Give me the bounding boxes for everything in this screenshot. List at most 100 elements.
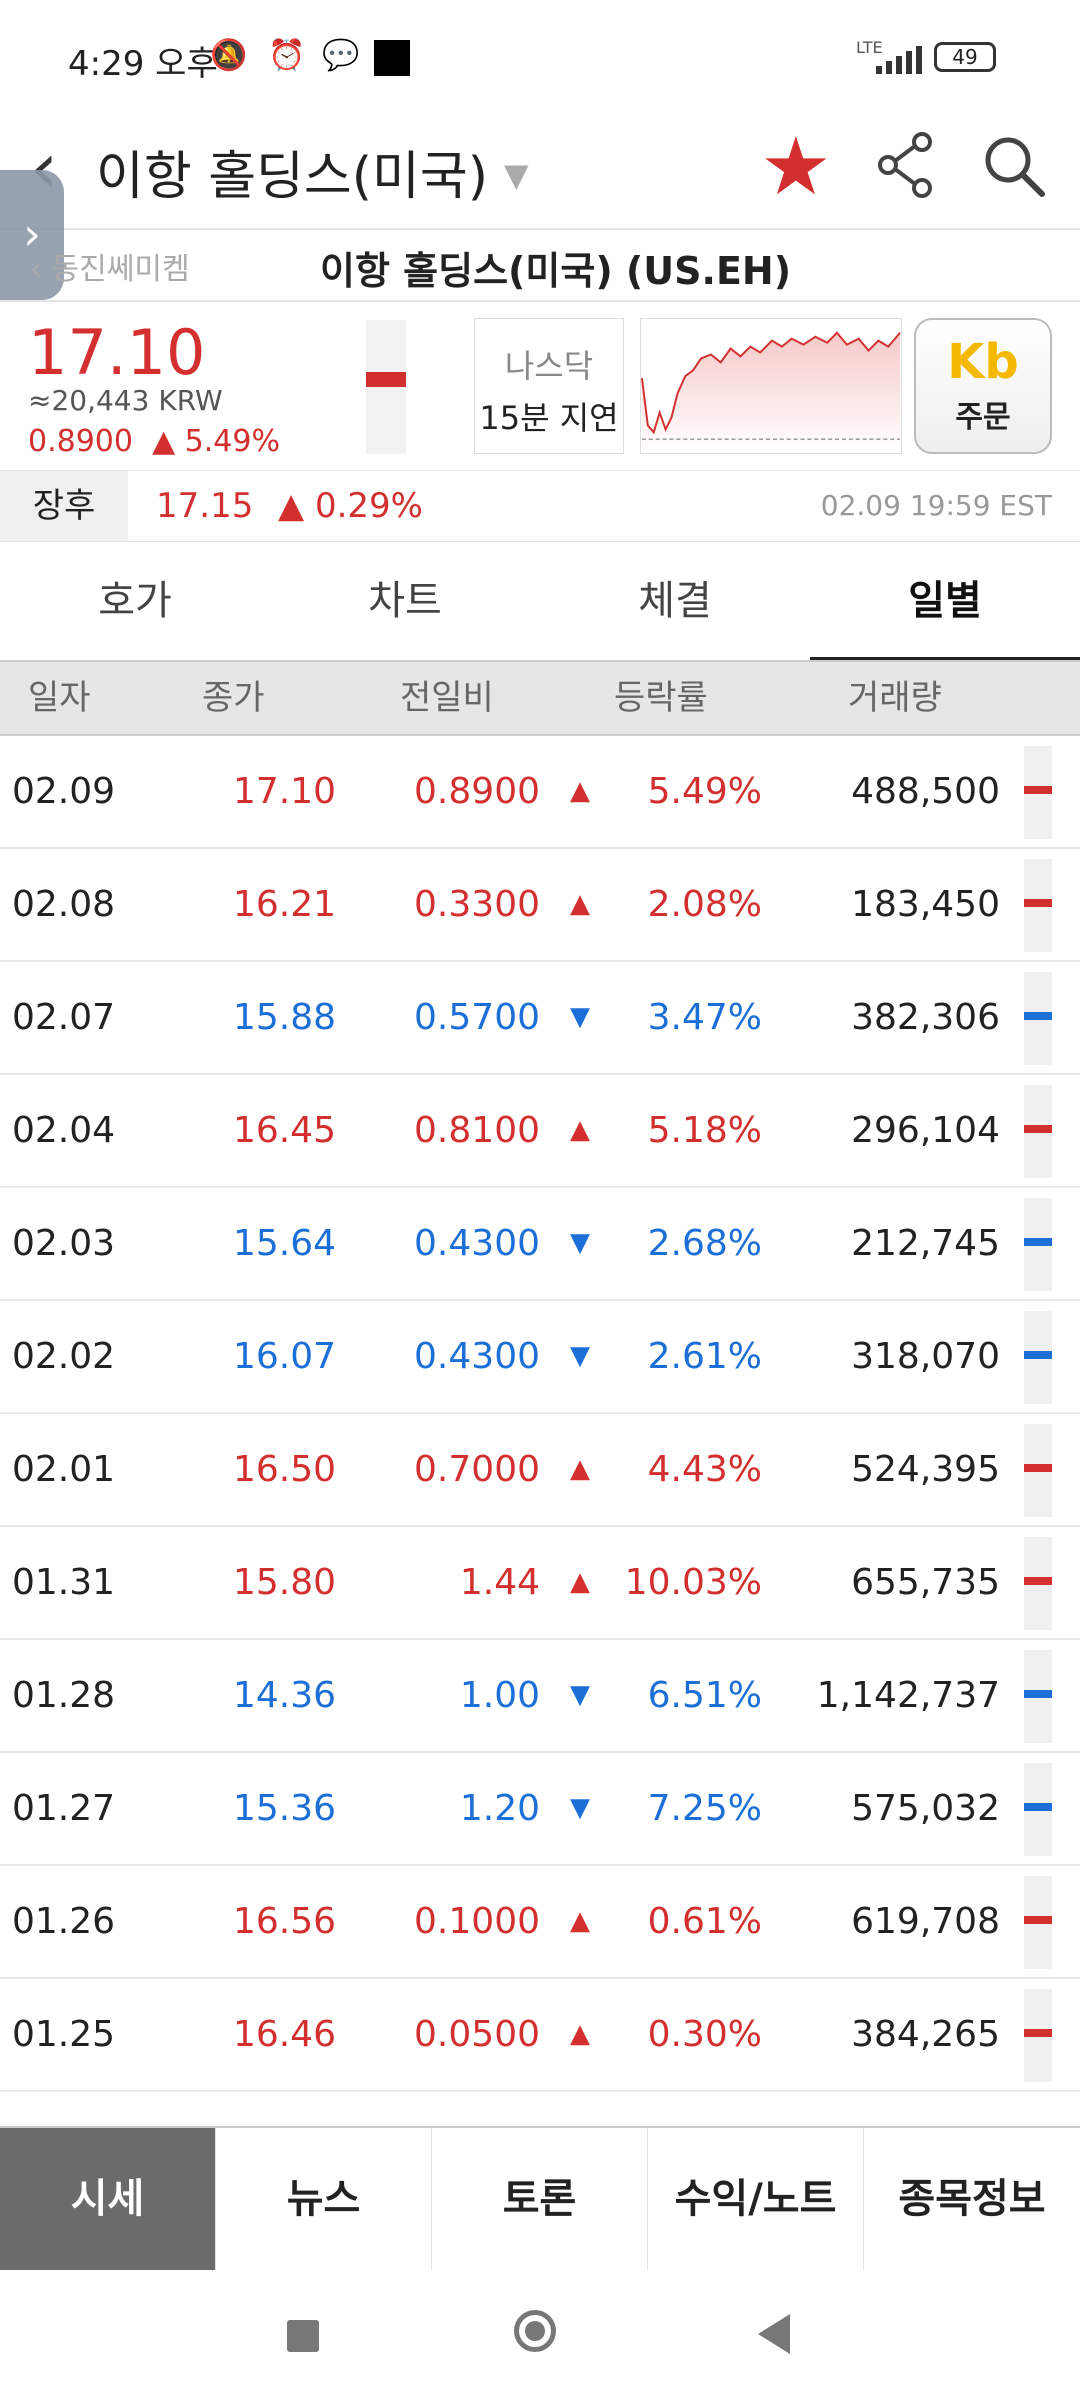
intraday-mini-chart[interactable]: [640, 318, 902, 454]
mute-icon: 🔕: [210, 38, 248, 73]
kb-logo-icon: Kb: [947, 334, 1019, 390]
price-change-rate: ▲ 5.49%: [152, 424, 280, 459]
tab-orderbook[interactable]: 호가: [0, 542, 270, 660]
row-rate: 5.18%: [647, 1110, 762, 1151]
tab-daily[interactable]: 일별: [810, 542, 1080, 660]
row-date: 02.03: [12, 1223, 116, 1264]
row-close: 16.56: [232, 1901, 336, 1942]
share-icon[interactable]: [876, 130, 936, 200]
table-row[interactable]: 02.03 15.64 0.4300 ▼ 2.68% 212,745: [0, 1188, 1080, 1301]
price-change: 0.8900 ▲ 5.49%: [28, 424, 280, 459]
row-date: 02.04: [12, 1110, 116, 1151]
quote-tabs: 호가 차트 체결 일별: [0, 542, 1080, 660]
up-arrow-icon: ▲: [570, 1454, 590, 1484]
row-diff: 0.8900: [414, 771, 540, 812]
bottom-tab-profit-note[interactable]: 수익/노트: [648, 2128, 864, 2270]
table-row[interactable]: 01.28 14.36 1.00 ▼ 6.51% 1,142,737: [0, 1640, 1080, 1753]
market-name: 나스닥: [504, 347, 594, 385]
row-date: 02.02: [12, 1336, 116, 1377]
market-delay-box: 나스닥 15분 지연: [474, 318, 624, 454]
row-date: 02.07: [12, 997, 116, 1038]
bottom-tab-discussion[interactable]: 토론: [432, 2128, 648, 2270]
row-volume: 384,265: [851, 2014, 1000, 2055]
row-diff: 0.1000: [414, 1901, 540, 1942]
after-hours-label: 장후: [0, 471, 128, 541]
table-row[interactable]: 02.02 16.07 0.4300 ▼ 2.61% 318,070: [0, 1301, 1080, 1414]
row-date: 01.25: [12, 2014, 116, 2055]
after-hours-bar: 장후 17.15 ▲ 0.29% 02.09 19:59 EST: [0, 470, 1080, 542]
bottom-tabs: 시세 뉴스 토론 수익/노트 종목정보: [0, 2126, 1080, 2272]
table-row[interactable]: 01.26 16.56 0.1000 ▲ 0.61% 619,708: [0, 1866, 1080, 1979]
col-volume: 거래량: [848, 678, 942, 718]
row-rate: 3.47%: [647, 997, 762, 1038]
row-close: 14.36: [232, 1675, 336, 1716]
col-date: 일자: [28, 678, 91, 718]
table-row[interactable]: 02.09 17.10 0.8900 ▲ 5.49% 488,500: [0, 736, 1080, 849]
down-arrow-icon: ▼: [570, 1341, 590, 1371]
bottom-tab-stock-info[interactable]: 종목정보: [864, 2128, 1080, 2270]
down-arrow-icon: ▼: [570, 1228, 590, 1258]
tab-chart[interactable]: 차트: [270, 542, 540, 660]
row-rate: 2.68%: [647, 1223, 762, 1264]
table-row[interactable]: 02.01 16.50 0.7000 ▲ 4.43% 524,395: [0, 1414, 1080, 1527]
row-volume: 212,745: [851, 1223, 1000, 1264]
row-date: 01.26: [12, 1901, 116, 1942]
order-button[interactable]: Kb 주문: [914, 318, 1052, 454]
current-price: 17.10: [28, 316, 206, 389]
table-row[interactable]: 01.25 16.46 0.0500 ▲ 0.30% 384,265: [0, 1979, 1080, 2092]
row-rate: 0.30%: [647, 2014, 762, 2055]
blog-icon: 💬: [322, 38, 360, 73]
row-candle-icon: [1024, 1424, 1052, 1517]
search-icon[interactable]: [980, 130, 1050, 200]
row-close: 17.10: [232, 771, 336, 812]
up-arrow-icon: ▲: [570, 1115, 590, 1145]
status-bar: 4:29 오후 🔕 ⏰ 💬 LTE 49: [0, 0, 1080, 110]
row-close: 15.88: [232, 997, 336, 1038]
table-row[interactable]: 01.31 15.80 1.44 ▲ 10.03% 655,735: [0, 1527, 1080, 1640]
row-close: 16.46: [232, 2014, 336, 2055]
table-row[interactable]: 02.07 15.88 0.5700 ▼ 3.47% 382,306: [0, 962, 1080, 1075]
row-rate: 10.03%: [624, 1562, 762, 1603]
col-rate: 등락률: [614, 678, 708, 718]
dropdown-caret-icon[interactable]: ▼: [504, 156, 529, 194]
table-header: 일자 종가 전일비 등락률 거래량: [0, 660, 1080, 736]
table-row[interactable]: 02.04 16.45 0.8100 ▲ 5.18% 296,104: [0, 1075, 1080, 1188]
after-hours-change: ▲ 0.29%: [278, 486, 423, 526]
row-date: 01.28: [12, 1675, 116, 1716]
row-date: 02.08: [12, 884, 116, 925]
row-candle-icon: [1024, 1876, 1052, 1969]
prev-stock-link[interactable]: ‹ 동진쎄미켐: [30, 244, 190, 288]
down-arrow-icon: ▼: [570, 1793, 590, 1823]
row-date: 01.27: [12, 1788, 116, 1829]
table-row[interactable]: 01.27 15.36 1.20 ▼ 7.25% 575,032: [0, 1753, 1080, 1866]
row-candle-icon: [1024, 1537, 1052, 1630]
col-close: 종가: [202, 678, 265, 718]
down-arrow-icon: ▼: [570, 1002, 590, 1032]
status-time: 4:29 오후: [68, 44, 218, 84]
tab-trades[interactable]: 체결: [540, 542, 810, 660]
up-arrow-icon: ▲: [570, 776, 590, 806]
row-rate: 2.61%: [647, 1336, 762, 1377]
divider: [0, 300, 1080, 302]
page-title[interactable]: 이항 홀딩스(미국): [96, 134, 488, 209]
daily-table[interactable]: 02.09 17.10 0.8900 ▲ 5.49% 488,500 02.08 16.21 0…: [0, 736, 1080, 2126]
home-icon[interactable]: [514, 2310, 556, 2352]
row-diff: 0.3300: [414, 884, 540, 925]
up-arrow-icon: ▲: [570, 2019, 590, 2049]
row-close: 15.80: [232, 1562, 336, 1603]
row-rate: 4.43%: [647, 1449, 762, 1490]
row-diff: 0.4300: [414, 1336, 540, 1377]
table-row[interactable]: 02.08 16.21 0.3300 ▲ 2.08% 183,450: [0, 849, 1080, 962]
row-rate: 6.51%: [647, 1675, 762, 1716]
bottom-tab-news[interactable]: 뉴스: [216, 2128, 432, 2270]
back-nav-icon[interactable]: [758, 2314, 790, 2354]
row-close: 16.50: [232, 1449, 336, 1490]
row-diff: 0.5700: [414, 997, 540, 1038]
row-candle-icon: [1024, 1198, 1052, 1291]
bottom-tab-quote[interactable]: 시세: [0, 2128, 216, 2270]
row-rate: 7.25%: [647, 1788, 762, 1829]
star-icon[interactable]: ★: [760, 122, 832, 212]
after-hours-price: 17.15: [156, 486, 254, 526]
recents-icon[interactable]: [287, 2320, 319, 2352]
row-volume: 183,450: [851, 884, 1000, 925]
